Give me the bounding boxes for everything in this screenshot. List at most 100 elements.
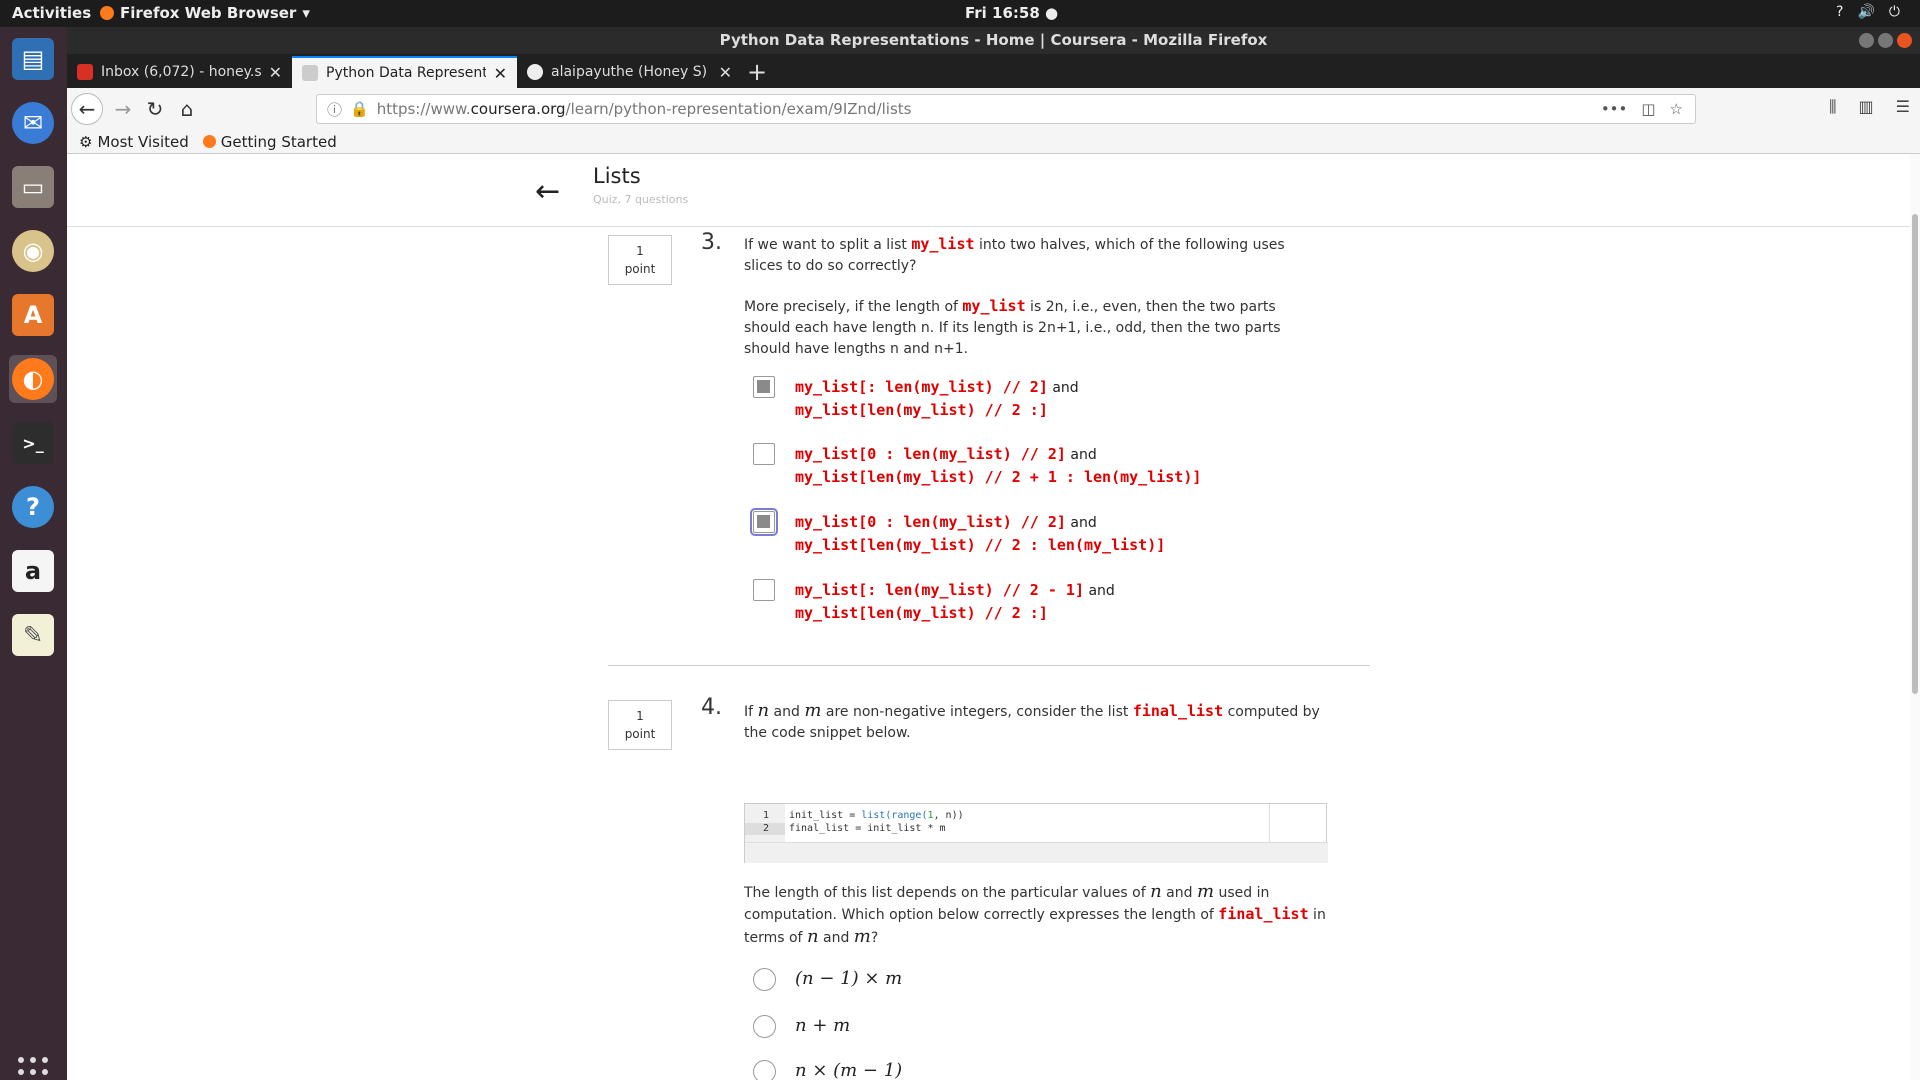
navigation-toolbar: ← → ↻ ⌂ ⓘ 🔒 https://www.coursera.org/lea…	[67, 88, 1920, 130]
mail-icon: ✉	[12, 102, 54, 144]
q4-code-snippet: 1 2 init_list = list(range(1, n)) final_…	[744, 803, 1328, 863]
app-menu[interactable]: Firefox Web Browser ▾	[100, 4, 310, 22]
tab-python-data[interactable]: Python Data Representat ✕	[292, 56, 517, 88]
tab-title: Python Data Representat	[326, 65, 486, 81]
code-line-2: final_list = init_list * m	[789, 823, 946, 834]
q3-option-1-label: my_list[: len(my_list) // 2] and my_list…	[795, 378, 1079, 419]
q4-option-2-radio[interactable]	[753, 1015, 776, 1038]
forward-button[interactable]: →	[109, 95, 137, 123]
bookmark-getting-started[interactable]: Getting Started	[202, 133, 337, 151]
terminal-icon: >_	[12, 422, 54, 464]
q3-detail: More precisely, if the length of my_list…	[744, 297, 1281, 357]
code-line-number: 2	[763, 823, 770, 834]
q3-option-1-checkbox[interactable]	[753, 376, 775, 398]
amazon-icon: a	[12, 550, 54, 592]
new-tab-button[interactable]: +	[747, 58, 767, 86]
q4-number: 4.	[701, 695, 722, 720]
q3-option-3-checkbox[interactable]	[750, 508, 778, 536]
document-icon: ▤	[12, 38, 54, 80]
launcher-thunderbird[interactable]: ✉	[9, 99, 57, 147]
minimize-button[interactable]	[1859, 33, 1874, 48]
q3-points-box: 1 point	[608, 235, 672, 285]
back-arrow-icon[interactable]: ←	[535, 174, 560, 209]
tab-github[interactable]: alaipayuthe (Honey S) · G ✕	[517, 56, 742, 88]
menu-icon[interactable]: ☰	[1896, 97, 1910, 117]
coursera-icon	[302, 65, 318, 81]
pocket-icon[interactable]: ◫	[1641, 100, 1655, 118]
activities-button[interactable]: Activities	[12, 4, 91, 22]
show-applications-button[interactable]	[18, 1057, 48, 1080]
quiz-title: Lists	[593, 164, 641, 188]
notepad-icon: ✎	[12, 614, 54, 656]
clock[interactable]: Fri 16:58 ●	[965, 4, 1058, 22]
window-titlebar: Python Data Representations - Home | Cou…	[67, 27, 1920, 54]
help-icon[interactable]: ?	[1836, 4, 1843, 20]
q4-points-box: 1 point	[608, 700, 672, 750]
q4-option-2-label: n + m	[795, 1015, 851, 1036]
launcher-firefox[interactable]: ◐	[9, 355, 57, 403]
close-tab-icon[interactable]: ✕	[494, 64, 507, 83]
chevron-down-icon: ▾	[302, 4, 310, 22]
page-actions-icon[interactable]: •••	[1601, 100, 1628, 118]
launcher-terminal[interactable]: >_	[9, 419, 57, 467]
firefox-icon	[202, 135, 216, 148]
app-menu-label: Firefox Web Browser	[120, 4, 297, 22]
firefox-icon	[100, 6, 114, 20]
q3-number: 3.	[701, 230, 722, 255]
q3-option-2-checkbox[interactable]	[753, 443, 775, 465]
launcher-files[interactable]: ▭	[9, 163, 57, 211]
launcher-amazon[interactable]: a	[9, 547, 57, 595]
page-content: ← Lists Quiz, 7 questions 1 point 3. If …	[67, 154, 1910, 1080]
launcher-help[interactable]: ?	[9, 483, 57, 531]
url-text: https://www.coursera.org/learn/python-re…	[376, 100, 912, 118]
tab-strip: Inbox (6,072) - honey.san ✕ Python Data …	[67, 54, 1920, 88]
bookmark-star-icon[interactable]: ☆	[1670, 100, 1683, 118]
q4-option-3-radio[interactable]	[753, 1060, 776, 1080]
q3-option-4-label: my_list[: len(my_list) // 2 - 1] and my_…	[795, 581, 1115, 622]
launcher-rhythmbox[interactable]: ◉	[9, 227, 57, 275]
launcher-writer[interactable]: ▤	[9, 35, 57, 83]
window-title: Python Data Representations - Home | Cou…	[719, 31, 1268, 49]
back-button[interactable]: ←	[71, 93, 103, 125]
help-icon: ?	[12, 486, 54, 528]
lock-icon: 🔒	[350, 100, 369, 118]
q3-option-3-label: my_list[0 : len(my_list) // 2] and my_li…	[795, 513, 1166, 554]
sidebar-icon[interactable]: ▥	[1859, 97, 1874, 117]
folder-icon: ▭	[12, 166, 54, 208]
url-bar[interactable]: ⓘ 🔒 https://www.coursera.org/learn/pytho…	[316, 94, 1696, 124]
q4-option-3-label: n × (m − 1)	[795, 1060, 903, 1080]
q4-prompt: If n and m are non-negative integers, co…	[744, 700, 1320, 741]
speaker-icon: ◉	[12, 230, 54, 272]
close-window-button[interactable]	[1897, 33, 1912, 48]
q4-followup: The length of this list depends on the p…	[744, 881, 1326, 947]
tab-inbox[interactable]: Inbox (6,072) - honey.san ✕	[67, 56, 292, 88]
question-divider	[608, 665, 1370, 666]
launcher-text-editor[interactable]: ✎	[9, 611, 57, 659]
volume-icon[interactable]: 🔊	[1857, 4, 1874, 20]
reload-button[interactable]: ↻	[141, 95, 169, 123]
library-icon[interactable]: ⫼	[1829, 97, 1836, 117]
close-tab-icon[interactable]: ✕	[269, 63, 282, 82]
power-icon[interactable]: ⏻	[1889, 4, 1900, 20]
q3-option-4-checkbox[interactable]	[753, 579, 775, 601]
code-line-1: init_list = list(range(1, n))	[789, 810, 964, 821]
q4-option-1-label: (n − 1) × m	[795, 968, 903, 989]
q3-option-2-label: my_list[0 : len(my_list) // 2] and my_li…	[795, 445, 1202, 486]
launcher-software[interactable]: A	[9, 291, 57, 339]
scrollbar-thumb[interactable]	[1912, 214, 1918, 694]
info-icon[interactable]: ⓘ	[327, 99, 342, 120]
close-tab-icon[interactable]: ✕	[719, 63, 732, 82]
github-icon	[527, 64, 543, 80]
code-output-bar	[745, 842, 1328, 863]
quiz-subtitle: Quiz, 7 questions	[593, 193, 689, 206]
home-button[interactable]: ⌂	[173, 95, 201, 123]
bookmark-most-visited[interactable]: ⚙ Most Visited	[79, 133, 189, 151]
tab-title: Inbox (6,072) - honey.san	[101, 64, 261, 80]
software-center-icon: A	[12, 294, 54, 336]
maximize-button[interactable]	[1878, 33, 1893, 48]
quiz-header: ← Lists Quiz, 7 questions	[67, 154, 1910, 227]
q4-option-1-radio[interactable]	[753, 968, 776, 991]
gmail-icon	[77, 64, 93, 80]
system-tray[interactable]: ? 🔊 ⏻	[1836, 4, 1900, 20]
page-scrollbar[interactable]	[1910, 154, 1920, 1080]
